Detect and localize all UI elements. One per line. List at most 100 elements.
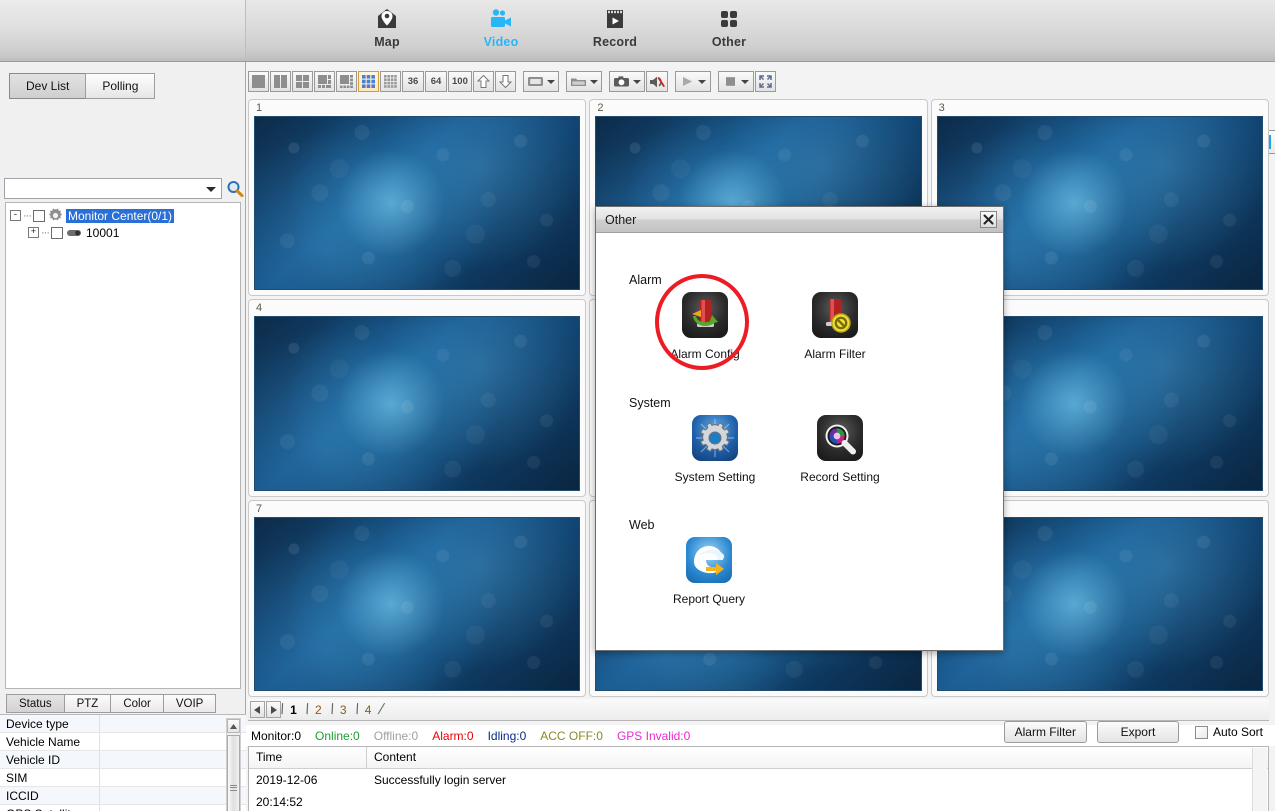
- info-key: Vehicle ID: [0, 751, 100, 769]
- chevron-down-icon[interactable]: [632, 79, 641, 84]
- status-online: Online:0: [315, 728, 360, 743]
- play-button[interactable]: [674, 71, 711, 92]
- video-cell-4[interactable]: 4: [248, 299, 587, 497]
- app-icon-label: Record Setting: [800, 470, 880, 484]
- folder-open-button[interactable]: [565, 71, 602, 92]
- auto-sort-checkbox[interactable]: [1194, 725, 1208, 739]
- scroll-up-arrow-icon[interactable]: [227, 719, 240, 733]
- chevron-down-icon[interactable]: [740, 79, 749, 84]
- table-row: Device type: [0, 715, 246, 734]
- alarm-filter-icon: [812, 292, 858, 338]
- tree-checkbox[interactable]: [33, 209, 45, 222]
- log-table-scrollbar[interactable]: [1252, 748, 1267, 811]
- tree-node-monitor-center[interactable]: - ··· Monitor Center(0/1): [6, 207, 240, 224]
- video-cell-number: 3: [938, 102, 945, 114]
- page-tab-label: 1: [290, 702, 297, 717]
- alarm-filter-button[interactable]: Alarm Filter: [1003, 721, 1087, 743]
- status-idling: Idling:0: [487, 728, 527, 743]
- group-label-system: System: [629, 396, 671, 410]
- status-gps-invalid: GPS Invalid:0: [616, 728, 691, 743]
- table-row: GPS Satellite: [0, 805, 246, 811]
- page-down-button[interactable]: [494, 71, 516, 92]
- layout-100-button[interactable]: 100: [448, 71, 472, 92]
- video-cell-1[interactable]: 1: [248, 99, 587, 297]
- app-icon-report-query[interactable]: Report Query: [653, 537, 765, 606]
- left-sidebar: Dev List Polling - ··· Monitor Center(0/…: [0, 62, 246, 811]
- status-acc-off: ACC OFF:0: [540, 728, 603, 743]
- tab-color[interactable]: Color: [110, 694, 164, 713]
- app-icon-alarm-config[interactable]: Alarm Config: [649, 292, 761, 361]
- event-log-table: Time Content 2019-12-06 20:14:52 Success…: [248, 746, 1269, 811]
- tree-expander-expand-icon[interactable]: +: [28, 227, 39, 238]
- nav-item-map[interactable]: Map: [330, 0, 444, 58]
- app-icon-system-setting[interactable]: System Setting: [659, 415, 771, 484]
- tab-dev-list[interactable]: Dev List: [9, 73, 87, 99]
- dialog-body: Alarm Alarm Config Alarm Filter System S…: [596, 233, 1003, 650]
- layout-9-button[interactable]: [358, 71, 379, 92]
- nav-item-record[interactable]: Record: [558, 0, 672, 58]
- tree-node-10001[interactable]: + ··· 10001: [6, 224, 240, 241]
- scrollbar-thumb[interactable]: [227, 735, 240, 811]
- info-table-scrollbar[interactable]: [226, 718, 241, 811]
- chevron-down-icon[interactable]: [589, 79, 598, 84]
- snapshot-button[interactable]: [608, 71, 645, 92]
- layout-2-button[interactable]: [270, 71, 291, 92]
- video-stream-placeholder[interactable]: [254, 516, 581, 691]
- expand-screen-button[interactable]: [754, 71, 776, 92]
- video-stream-placeholder[interactable]: [254, 316, 581, 491]
- stop-button[interactable]: [717, 71, 754, 92]
- device-tree[interactable]: - ··· Monitor Center(0/1) + ··· 10001: [5, 202, 241, 689]
- tree-node-label: 10001: [86, 225, 120, 240]
- chevron-down-icon[interactable]: [546, 79, 555, 84]
- video-stream-placeholder[interactable]: [254, 116, 581, 291]
- tree-checkbox[interactable]: [51, 226, 63, 239]
- layout-4-button[interactable]: [292, 71, 313, 92]
- export-button[interactable]: Export: [1096, 721, 1179, 743]
- info-key: GPS Satellite: [0, 805, 100, 811]
- chevron-down-icon[interactable]: [206, 187, 216, 192]
- page-up-button[interactable]: [472, 71, 494, 92]
- other-dialog: Other Alarm Alarm Config Alarm Filter Sy…: [595, 206, 1004, 651]
- layout-6-button[interactable]: [314, 71, 335, 92]
- layout-16-button[interactable]: [380, 71, 401, 92]
- page-tab-label: 3: [339, 702, 347, 717]
- video-cell-7[interactable]: 7: [248, 499, 587, 697]
- nav-item-other[interactable]: Other: [672, 0, 786, 58]
- layout-8-button[interactable]: [336, 71, 357, 92]
- group-label-alarm: Alarm: [629, 273, 662, 287]
- layout-64-button[interactable]: 64: [425, 71, 447, 92]
- layout-1-button[interactable]: [248, 71, 269, 92]
- layout-36-button[interactable]: 36: [402, 71, 424, 92]
- video-cell-number: 1: [256, 102, 263, 114]
- app-icon-label: Alarm Config: [670, 347, 740, 361]
- nav-label-other: Other: [711, 35, 747, 49]
- page-tab-label: 2: [315, 702, 322, 717]
- page-prev-button[interactable]: [250, 701, 265, 718]
- table-header-row: Time Content: [249, 747, 1268, 769]
- status-monitor: Monitor:0: [251, 728, 302, 743]
- tab-voip[interactable]: VOIP: [162, 694, 217, 713]
- app-icon-alarm-filter[interactable]: Alarm Filter: [779, 292, 891, 361]
- tab-polling[interactable]: Polling: [85, 73, 156, 99]
- magnifier-icon[interactable]: [226, 180, 244, 201]
- fullscreen-mode-button[interactable]: [522, 71, 559, 92]
- video-toolbar: 36 64 100: [248, 69, 1268, 94]
- table-row[interactable]: 2019-12-06 20:14:52 Successfully login s…: [249, 769, 1268, 809]
- auto-sort-checkbox-wrap[interactable]: Auto Sort: [1194, 725, 1263, 739]
- log-controls: Alarm Filter Export Auto Sort: [994, 721, 1263, 743]
- app-icon-record-setting[interactable]: Record Setting: [784, 415, 896, 484]
- app-icon-label: Alarm Filter: [804, 347, 866, 361]
- video-cell-number: 7: [256, 502, 263, 515]
- tab-ptz[interactable]: PTZ: [63, 694, 112, 713]
- app-icon-label: System Setting: [674, 470, 756, 484]
- chevron-down-icon[interactable]: [697, 79, 706, 84]
- search-input[interactable]: [4, 178, 222, 199]
- nav-item-video[interactable]: Video: [444, 0, 558, 58]
- tree-expander-collapse-icon[interactable]: -: [10, 210, 21, 221]
- mute-button[interactable]: [645, 71, 668, 92]
- tab-status[interactable]: Status: [6, 694, 65, 713]
- application-window: Map Video Record Other Dev List Polling …: [0, 0, 1275, 811]
- info-value: [100, 787, 246, 804]
- close-icon[interactable]: [980, 211, 997, 228]
- info-key: ICCID: [0, 787, 100, 805]
